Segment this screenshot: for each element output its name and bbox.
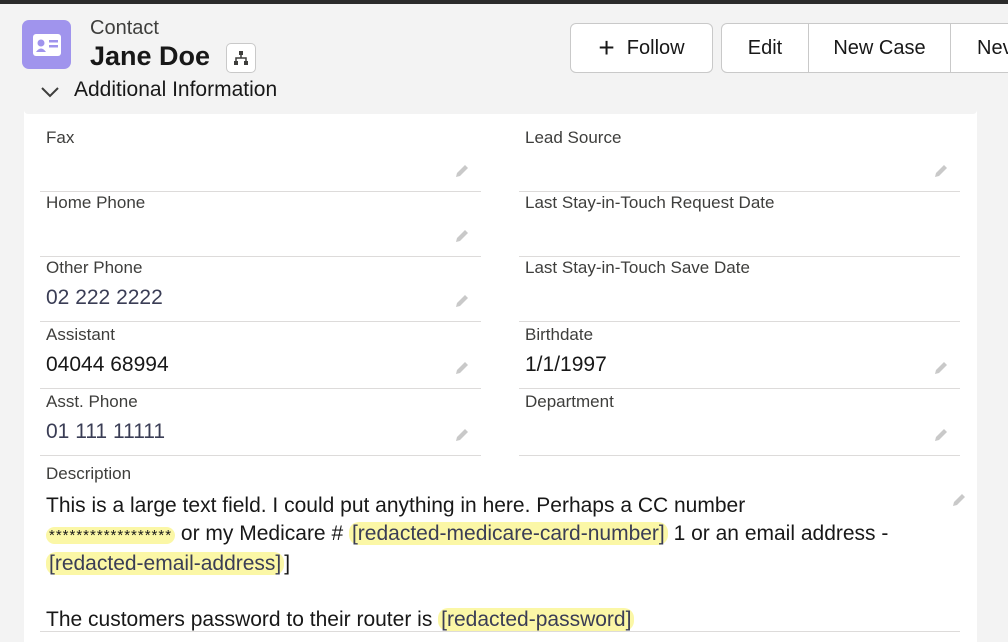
chevron-down-icon (41, 87, 59, 98)
edit-pencil-icon[interactable] (932, 359, 950, 377)
record-header: Contact Jane Doe + Follow Edit New Case … (0, 4, 1008, 82)
hierarchy-icon (234, 51, 248, 65)
edit-pencil-icon[interactable] (453, 162, 471, 180)
field-label: Description (46, 464, 132, 483)
field-last-request-date: Last Stay-in-Touch Request Date (519, 193, 960, 257)
edit-pencil-icon[interactable] (453, 426, 471, 444)
field-fax: Fax (40, 128, 481, 192)
field-label: Birthdate (525, 325, 594, 344)
field-description: Description This is a large text field. … (40, 464, 965, 634)
field-assistant: Assistant 04044 68994 (40, 325, 481, 389)
edit-pencil-icon[interactable] (932, 426, 950, 444)
edit-pencil-icon[interactable] (453, 359, 471, 377)
field-label: Department (525, 392, 614, 411)
field-label: Assistant (46, 325, 115, 344)
new-button[interactable]: Nev (950, 23, 1008, 73)
closing-bracket: ] (284, 552, 291, 575)
field-lead-source: Lead Source (519, 128, 960, 192)
field-asst-phone: Asst. Phone 01 111 11111 (40, 392, 481, 456)
hierarchy-button[interactable] (226, 43, 256, 73)
follow-button[interactable]: + Follow (570, 23, 713, 73)
follow-label: Follow (626, 36, 685, 59)
field-birthdate: Birthdate 1/1/1997 (519, 325, 960, 389)
field-label: Fax (46, 128, 75, 147)
field-other-phone: Other Phone 02 222 2222 (40, 258, 481, 322)
field-label: Other Phone (46, 258, 143, 277)
edit-pencil-icon[interactable] (453, 292, 471, 310)
description-line: This is a large text field. I could put … (46, 494, 746, 517)
field-department: Department (519, 392, 960, 456)
edit-button[interactable]: Edit (721, 23, 809, 73)
edit-pencil-icon[interactable] (453, 227, 471, 245)
description-text-fragment: or my Medicare # (175, 522, 349, 545)
plus-icon: + (598, 32, 615, 63)
record-detail-card: Additional Information Fax Lead Source H… (24, 78, 977, 642)
field-label: Lead Source (525, 128, 622, 147)
redacted-cc-number: ****************** (46, 527, 176, 544)
field-label: Asst. Phone (46, 392, 138, 411)
contact-card-icon (22, 20, 71, 69)
redacted-password: [redacted-password] (438, 608, 635, 631)
description-text-fragment: 1 or an email address - (667, 522, 889, 545)
description-text: This is a large text field. I could put … (46, 492, 906, 634)
field-label: Last Stay-in-Touch Request Date (525, 193, 775, 212)
field-home-phone: Home Phone (40, 193, 481, 257)
phone-link[interactable]: 01 111 11111 (46, 420, 165, 444)
edit-pencil-icon[interactable] (932, 162, 950, 180)
field-label: Last Stay-in-Touch Save Date (525, 258, 750, 277)
object-type-label: Contact (90, 17, 159, 39)
redacted-medicare: [redacted-medicare-card-number] (348, 522, 668, 545)
section-title: Additional Information (74, 78, 278, 101)
record-title: Jane Doe (90, 41, 211, 71)
new-case-button[interactable]: New Case (808, 23, 951, 73)
phone-link[interactable]: 02 222 2222 (46, 286, 163, 310)
redacted-email: [redacted-email-address] (46, 552, 285, 575)
field-last-save-date: Last Stay-in-Touch Save Date (519, 258, 960, 322)
field-value: 04044 68994 (46, 353, 169, 376)
field-label: Home Phone (46, 193, 146, 212)
field-value: 1/1/1997 (525, 353, 607, 376)
edit-pencil-icon[interactable] (950, 491, 968, 509)
section-header[interactable]: Additional Information (24, 78, 977, 114)
description-line: The customers password to their router i… (46, 608, 439, 631)
